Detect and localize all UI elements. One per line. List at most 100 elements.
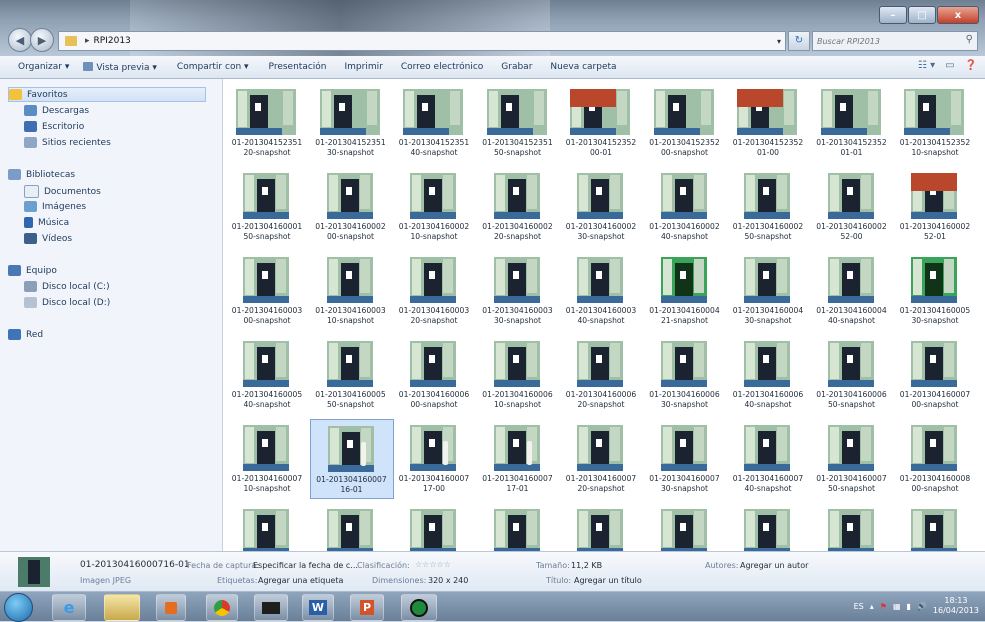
file-item[interactable]: 01-201304160002 52-00 (811, 167, 893, 245)
app-taskbar-icon[interactable] (401, 594, 437, 621)
file-item[interactable] (811, 503, 893, 551)
flag-icon[interactable]: ⚑ (880, 602, 887, 611)
sidebar-item-music[interactable]: Música (24, 217, 69, 228)
file-item[interactable]: 01-201304160007 20-snapshot (560, 419, 642, 497)
file-item[interactable]: 01-201304152351 20-snapshot (226, 83, 308, 161)
file-item[interactable]: 01-201304160004 30-snapshot (727, 251, 809, 329)
maximize-button[interactable]: □ (908, 6, 936, 24)
file-item[interactable]: 01-201304160007 17-00 (393, 419, 475, 497)
sidebar-item-downloads[interactable]: Descargas (24, 105, 89, 116)
rating-stars[interactable]: ☆☆☆☆☆ (415, 560, 451, 569)
file-item[interactable]: 01-201304160005 30-snapshot (894, 251, 976, 329)
file-item[interactable]: 01-201304160006 40-snapshot (727, 335, 809, 413)
signal-icon[interactable]: ▮ (907, 602, 911, 611)
file-item[interactable]: 01-201304160002 10-snapshot (393, 167, 475, 245)
file-item[interactable]: 01-201304160003 20-snapshot (393, 251, 475, 329)
file-item[interactable]: 01-201304152352 01-01 (811, 83, 893, 161)
file-item[interactable]: 01-201304160005 40-snapshot (226, 335, 308, 413)
file-item[interactable]: 01-201304160006 00-snapshot (393, 335, 475, 413)
authors-value[interactable]: Agregar un autor (740, 561, 808, 570)
sidebar-item-recent[interactable]: Sitios recientes (24, 137, 111, 148)
file-item[interactable]: 01-201304160007 17-01 (477, 419, 559, 497)
chrome-taskbar-icon[interactable] (206, 594, 238, 621)
network-tray-icon[interactable]: ▦ (893, 602, 901, 611)
file-item[interactable]: 01-201304160008 00-snapshot (894, 419, 976, 497)
file-item[interactable]: 01-201304160007 50-snapshot (811, 419, 893, 497)
file-item[interactable]: 01-201304160007 10-snapshot (226, 419, 308, 497)
file-item[interactable]: 01-201304160006 10-snapshot (477, 335, 559, 413)
sidebar-item-computer[interactable]: Equipo (8, 265, 57, 276)
file-item[interactable] (226, 503, 308, 551)
explorer-taskbar-icon[interactable] (104, 594, 140, 621)
sidebar-item-desktop[interactable]: Escritorio (24, 121, 84, 132)
file-item[interactable]: 01-201304160007 16-01 (309, 419, 394, 499)
sidebar-item-disk-c[interactable]: Disco local (C:) (24, 281, 110, 292)
help-icon[interactable]: ❓ (965, 60, 977, 71)
file-item[interactable]: 01-201304160004 21-snapshot (644, 251, 726, 329)
file-item[interactable]: 01-201304152352 10-snapshot (894, 83, 976, 161)
sidebar-item-network[interactable]: Red (8, 329, 43, 340)
file-item[interactable]: 01-201304160002 52-01 (894, 167, 976, 245)
file-item[interactable] (477, 503, 559, 551)
share-button[interactable]: Compartir con ▾ (177, 62, 249, 72)
sidebar-item-libraries[interactable]: Bibliotecas (8, 169, 75, 180)
file-item[interactable]: 01-201304160002 50-snapshot (727, 167, 809, 245)
file-item[interactable]: 01-201304152351 50-snapshot (477, 83, 559, 161)
file-item[interactable]: 01-201304160005 50-snapshot (310, 335, 392, 413)
organize-button[interactable]: Organizar ▾ (18, 62, 69, 72)
file-item[interactable]: 01-201304160002 30-snapshot (560, 167, 642, 245)
sidebar-item-images[interactable]: Imágenes (24, 201, 86, 212)
file-item[interactable]: 01-201304160004 40-snapshot (811, 251, 893, 329)
file-item[interactable]: 01-201304152351 30-snapshot (310, 83, 392, 161)
powerpoint-taskbar-icon[interactable]: P (350, 594, 384, 621)
file-item[interactable]: 01-201304152352 00-01 (560, 83, 642, 161)
file-item[interactable]: 01-201304152352 00-snapshot (644, 83, 726, 161)
sidebar-item-disk-d[interactable]: Disco local (D:) (24, 297, 110, 308)
file-item[interactable]: 01-201304152352 01-00 (727, 83, 809, 161)
print-button[interactable]: Imprimir (345, 62, 383, 72)
back-button[interactable]: ◀ (8, 28, 32, 52)
word-taskbar-icon[interactable]: W (302, 594, 334, 621)
file-item[interactable]: 01-201304160003 30-snapshot (477, 251, 559, 329)
file-item[interactable]: 01-201304160007 40-snapshot (727, 419, 809, 497)
close-button[interactable]: x (937, 6, 979, 24)
slideshow-button[interactable]: Presentación (269, 62, 327, 72)
preview-pane-icon[interactable]: ▭ (945, 60, 954, 71)
preview-button[interactable]: Vista previa ▾ (83, 61, 157, 73)
file-item[interactable]: 01-201304160003 40-snapshot (560, 251, 642, 329)
file-item[interactable]: 01-201304160007 00-snapshot (894, 335, 976, 413)
file-item[interactable]: 01-201304160001 50-snapshot (226, 167, 308, 245)
breadcrumb-rpi2013[interactable]: RPI2013 (94, 36, 131, 46)
file-item[interactable] (310, 503, 392, 551)
chevron-down-icon[interactable]: ▾ (777, 37, 781, 46)
sidebar-item-videos[interactable]: Vídeos (24, 233, 72, 244)
start-button[interactable] (4, 593, 33, 622)
email-button[interactable]: Correo electrónico (401, 62, 483, 72)
file-item[interactable] (644, 503, 726, 551)
file-item[interactable] (894, 503, 976, 551)
file-item[interactable]: 01-201304160006 20-snapshot (560, 335, 642, 413)
terminal-taskbar-icon[interactable] (254, 594, 288, 621)
forward-button[interactable]: ▶ (30, 28, 54, 52)
file-item[interactable]: 01-201304160006 50-snapshot (811, 335, 893, 413)
change-view-icon[interactable]: ☷ ▾ (918, 60, 935, 71)
file-item[interactable]: 01-201304160003 10-snapshot (310, 251, 392, 329)
title-value[interactable]: Agregar un título (574, 576, 642, 585)
show-hidden-icons-icon[interactable]: ▴ (870, 602, 874, 611)
tags-value[interactable]: Agregar una etiqueta (258, 576, 343, 585)
clock[interactable]: 18:13 16/04/2013 (933, 596, 979, 616)
media-player-taskbar-icon[interactable] (156, 594, 186, 621)
burn-button[interactable]: Grabar (501, 62, 532, 72)
search-input[interactable] (813, 32, 961, 50)
new-folder-button[interactable]: Nueva carpeta (550, 62, 616, 72)
file-item[interactable] (727, 503, 809, 551)
volume-icon[interactable]: 🔊 (917, 602, 927, 611)
file-item[interactable]: 01-201304152351 40-snapshot (393, 83, 475, 161)
sidebar-item-documents[interactable]: Documentos (24, 185, 101, 198)
address-bar[interactable]: ▸ RPI2013 ▾ (58, 31, 786, 51)
file-item[interactable] (393, 503, 475, 551)
language-indicator[interactable]: ES (854, 602, 864, 611)
sidebar-item-favorites[interactable]: Favoritos (8, 87, 206, 102)
search-box[interactable]: ⚲ (812, 31, 978, 51)
file-item[interactable] (560, 503, 642, 551)
